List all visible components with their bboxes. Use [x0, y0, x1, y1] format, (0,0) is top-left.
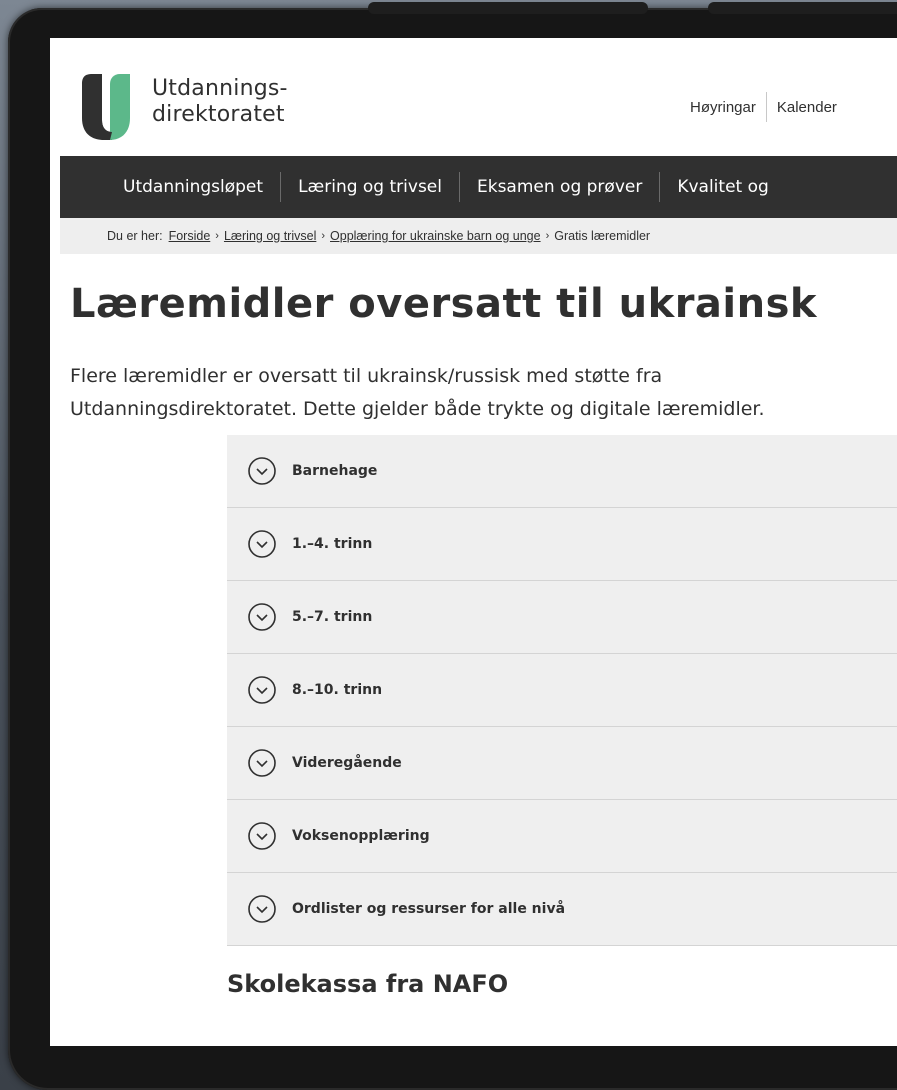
- udir-logo[interactable]: Utdannings- direktoratet: [80, 72, 350, 142]
- accordion-label: Ordlister og ressurser for alle nivå: [292, 901, 566, 917]
- accordion-label: 5.–7. trinn: [292, 609, 373, 625]
- accordion-label: 1.–4. trinn: [292, 536, 373, 552]
- breadcrumb-lead: Du er her:: [107, 229, 163, 243]
- accordion-item-8-10-trinn[interactable]: 8.–10. trinn: [227, 654, 897, 727]
- logo-wordmark: Utdannings- direktoratet: [152, 76, 288, 128]
- breadcrumb-separator-icon: ›: [545, 230, 550, 242]
- main-navigation: Utdanningsløpet Læring og trivsel Eksame…: [60, 156, 897, 218]
- accordion-item-videregaende[interactable]: Videregående: [227, 727, 897, 800]
- breadcrumb-current: Gratis læremidler: [554, 229, 651, 243]
- breadcrumb-link-opplaering[interactable]: Opplæring for ukrainske barn og unge: [330, 229, 541, 243]
- udir-logo-icon: [82, 74, 130, 140]
- section-heading: Skolekassa fra NAFO: [227, 970, 509, 998]
- accordion-label: 8.–10. trinn: [292, 682, 383, 698]
- accordion-label: Videregående: [292, 755, 402, 771]
- device-edge-tab: [368, 2, 648, 14]
- accordion-item-1-4-trinn[interactable]: 1.–4. trinn: [227, 508, 897, 581]
- breadcrumb-separator-icon: ›: [321, 230, 326, 242]
- accordion-label: Barnehage: [292, 463, 378, 479]
- device-edge-tab: [708, 2, 897, 14]
- logo-line-1: Utdannings-: [152, 76, 288, 101]
- accordion-item-5-7-trinn[interactable]: 5.–7. trinn: [227, 581, 897, 654]
- nav-item-laering-og-trivsel[interactable]: Læring og trivsel: [281, 172, 460, 202]
- nav-item-utdanningslopet[interactable]: Utdanningsløpet: [60, 172, 282, 202]
- breadcrumb-link-forside[interactable]: Forside: [169, 229, 211, 243]
- lead-paragraph: Flere læremidler er oversatt til ukrains…: [70, 365, 765, 420]
- breadcrumb-separator-icon: ›: [215, 230, 219, 242]
- top-links: Høyringar Kalender: [680, 92, 847, 122]
- chevron-down-circle-icon: [248, 457, 276, 485]
- chevron-down-circle-icon: [248, 603, 276, 631]
- accordion-label: Voksenopplæring: [292, 828, 430, 844]
- logo-line-2: direktoratet: [152, 102, 285, 127]
- accordion-item-voksenopplaering[interactable]: Voksenopplæring: [227, 800, 897, 873]
- browser-screen: Utdannings- direktoratet Høyringar Kalen…: [50, 38, 897, 1046]
- nav-item-kvalitet[interactable]: Kvalitet og: [660, 172, 785, 202]
- chevron-down-circle-icon: [248, 749, 276, 777]
- accordion: Barnehage 1.–4. trinn 5.–7. trinn 8.–10.…: [227, 435, 897, 946]
- page-title: Læremidler oversatt til ukrainsk: [70, 281, 818, 327]
- chevron-down-circle-icon: [248, 676, 276, 704]
- breadcrumb: Du er her: Forside › Læring og trivsel ›…: [60, 218, 897, 254]
- nav-item-eksamen-og-prover[interactable]: Eksamen og prøver: [460, 172, 661, 202]
- accordion-item-barnehage[interactable]: Barnehage: [227, 435, 897, 508]
- chevron-down-circle-icon: [248, 895, 276, 923]
- chevron-down-circle-icon: [248, 822, 276, 850]
- breadcrumb-link-laering[interactable]: Læring og trivsel: [224, 229, 316, 243]
- top-link-kalender[interactable]: Kalender: [767, 99, 847, 116]
- chevron-down-circle-icon: [248, 530, 276, 558]
- accordion-item-ordlister[interactable]: Ordlister og ressurser for alle nivå: [227, 873, 897, 946]
- top-link-hoyringar[interactable]: Høyringar: [680, 99, 766, 116]
